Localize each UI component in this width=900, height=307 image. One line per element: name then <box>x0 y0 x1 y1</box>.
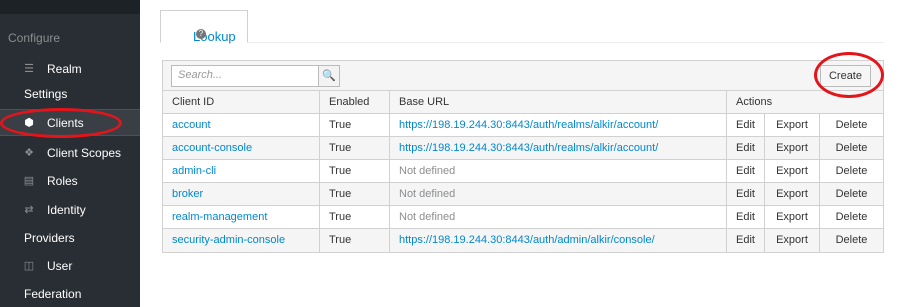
cube-icon: ⬢ <box>24 117 34 129</box>
enabled-value: True <box>319 206 389 229</box>
base-url-value: Not defined <box>389 160 726 183</box>
base-url-value: Not defined <box>389 206 726 229</box>
table-header-row: Client ID Enabled Base URL Actions <box>163 91 883 114</box>
sidebar-item-user-federation[interactable]: ◫ User Federation <box>0 259 140 303</box>
enabled-value: True <box>319 137 389 160</box>
tab-lookup[interactable]: Lookup? <box>160 10 248 44</box>
client-id-link[interactable]: security-admin-console <box>163 229 319 252</box>
edit-button[interactable]: Edit <box>726 206 764 229</box>
delete-button[interactable]: Delete <box>819 229 883 252</box>
column-header-client-id[interactable]: Client ID <box>163 91 319 114</box>
edit-button[interactable]: Edit <box>726 183 764 206</box>
edit-button[interactable]: Edit <box>726 114 764 137</box>
sidebar-item-label: User <box>47 259 73 273</box>
sidebar: Configure ☰ Realm Settings ⬢ Clients ❖ C… <box>0 0 140 307</box>
column-header-base-url[interactable]: Base URL <box>389 91 726 114</box>
table-row: account-console True https://198.19.244.… <box>163 137 883 160</box>
sidebar-topbar <box>0 0 140 14</box>
enabled-value: True <box>319 114 389 137</box>
table-row: broker True Not defined Edit Export Dele… <box>163 183 883 206</box>
sidebar-item-label: Roles <box>47 174 78 188</box>
list-icon: ▤ <box>23 175 35 187</box>
enabled-value: True <box>319 183 389 206</box>
client-id-link[interactable]: account <box>163 114 319 137</box>
create-button[interactable]: Create <box>819 65 871 87</box>
sliders-icon: ☰ <box>24 63 34 75</box>
tab-divider <box>248 42 884 43</box>
search-icon: 🔍 <box>322 70 336 82</box>
enabled-value: True <box>319 229 389 252</box>
sidebar-item-realm-settings[interactable]: ☰ Realm Settings <box>0 60 140 104</box>
base-url-link[interactable]: https://198.19.244.30:8443/auth/realms/a… <box>389 137 726 160</box>
base-url-link[interactable]: https://198.19.244.30:8443/auth/realms/a… <box>389 114 726 137</box>
edit-button[interactable]: Edit <box>726 229 764 252</box>
exchange-icon: ⇄ <box>24 204 34 216</box>
export-button[interactable]: Export <box>764 229 819 252</box>
column-header-actions: Actions <box>726 91 883 114</box>
edit-button[interactable]: Edit <box>726 160 764 183</box>
search-button[interactable]: 🔍 <box>318 65 340 87</box>
export-button[interactable]: Export <box>764 137 819 160</box>
clients-table: Search... 🔍 Create Client ID Enabled Bas… <box>162 60 884 253</box>
table-row: security-admin-console True https://198.… <box>163 229 883 252</box>
sidebar-section-configure: Configure <box>8 31 61 45</box>
client-id-link[interactable]: account-console <box>163 137 319 160</box>
delete-button[interactable]: Delete <box>819 114 883 137</box>
export-button[interactable]: Export <box>764 183 819 206</box>
sidebar-item-label: Clients <box>47 116 84 130</box>
sidebar-item-label-cont: Providers <box>24 231 75 245</box>
table-row: realm-management True Not defined Edit E… <box>163 206 883 229</box>
client-id-link[interactable]: broker <box>163 183 319 206</box>
sidebar-item-label: Client Scopes <box>47 146 122 160</box>
client-id-link[interactable]: admin-cli <box>163 160 319 183</box>
delete-button[interactable]: Delete <box>819 183 883 206</box>
edit-button[interactable]: Edit <box>726 137 764 160</box>
base-url-value: Not defined <box>389 183 726 206</box>
cubes-icon: ❖ <box>24 147 34 159</box>
delete-button[interactable]: Delete <box>819 137 883 160</box>
sidebar-item-roles[interactable]: ▤ Roles <box>0 174 140 194</box>
delete-button[interactable]: Delete <box>819 160 883 183</box>
base-url-link[interactable]: https://198.19.244.30:8443/auth/admin/al… <box>389 229 726 252</box>
export-button[interactable]: Export <box>764 206 819 229</box>
table-row: account True https://198.19.244.30:8443/… <box>163 114 883 137</box>
client-id-link[interactable]: realm-management <box>163 206 319 229</box>
sidebar-item-clients[interactable]: ⬢ Clients <box>0 109 140 136</box>
export-button[interactable]: Export <box>764 114 819 137</box>
database-icon: ◫ <box>23 260 35 272</box>
table-row: admin-cli True Not defined Edit Export D… <box>163 160 883 183</box>
table-toolbar: Search... 🔍 Create <box>163 61 883 91</box>
sidebar-item-label-cont: Federation <box>24 287 82 301</box>
sidebar-item-client-scopes[interactable]: ❖ Client Scopes <box>0 146 140 166</box>
column-header-enabled[interactable]: Enabled <box>319 91 389 114</box>
enabled-value: True <box>319 160 389 183</box>
search-input[interactable]: Search... <box>171 65 319 87</box>
help-icon[interactable]: ? <box>196 29 206 39</box>
delete-button[interactable]: Delete <box>819 206 883 229</box>
sidebar-item-label: Identity <box>47 203 86 217</box>
sidebar-item-identity-providers[interactable]: ⇄ Identity Providers <box>0 203 140 247</box>
sidebar-item-label-cont: Settings <box>24 87 68 101</box>
sidebar-item-label: Realm <box>47 62 82 76</box>
export-button[interactable]: Export <box>764 160 819 183</box>
